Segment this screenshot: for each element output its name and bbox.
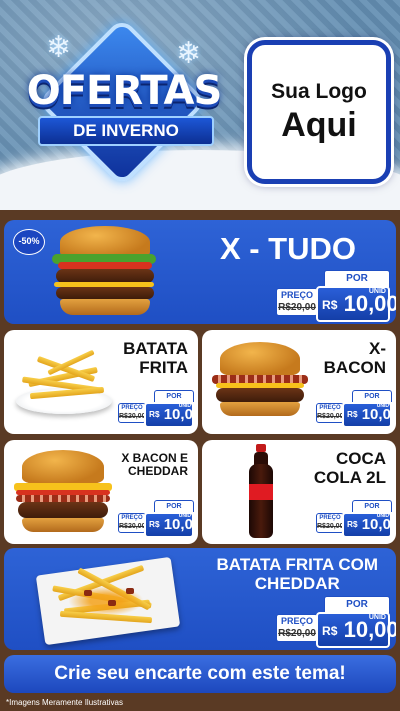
old-price-box: PREÇO R$20,00 — [316, 513, 344, 533]
unit-label: UNID — [376, 513, 389, 519]
fries-image — [10, 348, 120, 418]
logo-text: Sua Logo — [271, 79, 367, 103]
discount-badge: -50% — [13, 229, 45, 255]
name-line: CHEDDAR — [254, 573, 340, 593]
product-card-x-bacon-cheddar[interactable]: X BACON E CHEDDAR POR PREÇO R$20,00 R$ 1… — [4, 440, 198, 544]
footnote: *Imagens Meramente Ilustrativas — [6, 698, 123, 707]
unit-label: UNID — [178, 403, 191, 409]
logo-placeholder[interactable]: Sua Logo Aqui — [247, 40, 391, 184]
name-line: X- — [369, 339, 386, 358]
name-line: BATATA — [123, 339, 188, 358]
name-line: CHEDDAR — [128, 464, 188, 479]
name-line: COCA — [335, 449, 386, 468]
price-tag: POR PREÇO R$20,00 R$ 10,00 UNID — [118, 500, 198, 538]
old-price-box: PREÇO R$20,00 — [118, 403, 146, 423]
page-title: OFERTAS — [26, 68, 223, 114]
price-tag: POR PREÇO R$20,00 R$ 10,00 UNID — [118, 390, 198, 428]
price-tag: POR PREÇO R$20,00 R$ 10,00 UNID — [276, 596, 396, 648]
name-line: COLA 2L — [313, 467, 386, 487]
price-tag: POR PREÇO R$20,00 R$ 10,00 UNID — [316, 500, 396, 538]
soda-bottle-image — [246, 444, 276, 540]
product-card-batata-frita[interactable]: BATATA FRITA POR PREÇO R$20,00 R$ 10,00 … — [4, 330, 198, 434]
old-price-box: PREÇO R$20,00 — [118, 513, 146, 533]
por-label: POR — [324, 270, 390, 287]
currency: R$ — [322, 298, 338, 313]
preco-label: PREÇO — [121, 405, 143, 411]
name-line: BACON — [323, 357, 386, 377]
name-line: BATATA FRITA COM — [216, 555, 378, 574]
product-name: BATATA FRITA COM CHEDDAR — [216, 555, 378, 593]
currency: R$ — [347, 520, 358, 530]
unit-label: UNID — [376, 403, 389, 409]
header-banner: ❄ ❄ ❄ OFERTAS DE INVERNO Sua Logo Aqui — [0, 0, 400, 210]
preco-label: PREÇO — [121, 515, 143, 521]
old-price: R$20,00 — [278, 302, 316, 313]
unit-label: UNID — [368, 288, 386, 295]
currency: R$ — [149, 410, 160, 420]
preco-label: PREÇO — [319, 515, 341, 521]
currency: R$ — [149, 520, 160, 530]
unit-label: UNID — [368, 614, 386, 621]
old-price: R$20,00 — [278, 628, 316, 639]
unit-label: UNID — [178, 513, 191, 519]
preco-label: PREÇO — [280, 290, 313, 300]
old-price: R$20,00 — [317, 523, 344, 530]
currency: R$ — [322, 624, 338, 639]
product-card-batata-cheddar[interactable]: BATATA FRITA COM CHEDDAR POR PREÇO R$20,… — [4, 548, 396, 650]
product-card-x-tudo[interactable]: -50% X - TUDO POR PREÇO R$20,00 R$ 10,00… — [4, 220, 396, 324]
product-name: BATATA FRITA — [123, 339, 188, 377]
por-label: POR — [154, 500, 194, 512]
preco-label: PREÇO — [280, 616, 313, 626]
burger-image — [208, 342, 312, 426]
product-name: COCA COLA 2L — [313, 449, 386, 487]
old-price: R$20,00 — [119, 413, 146, 420]
preco-label: PREÇO — [319, 405, 341, 411]
price-tag: POR PREÇO R$20,00 R$ 10,00 UNID — [276, 270, 396, 322]
page-subtitle: DE INVERNO — [38, 116, 214, 146]
burger-image — [10, 450, 118, 538]
por-label: POR — [352, 390, 392, 402]
logo-text: Aqui — [281, 105, 357, 144]
snowflake-icon: ❄ — [46, 31, 72, 64]
old-price: R$20,00 — [317, 413, 344, 420]
cta-banner[interactable]: Crie seu encarte com este tema! — [4, 655, 396, 693]
old-price-box: PREÇO R$20,00 — [276, 614, 318, 642]
por-label: POR — [324, 596, 390, 613]
currency: R$ — [347, 410, 358, 420]
product-card-x-bacon[interactable]: X- BACON POR PREÇO R$20,00 R$ 10,00 UNID — [202, 330, 396, 434]
snowflake-icon: ❄ — [176, 37, 202, 70]
product-name: X- BACON — [323, 339, 386, 377]
name-line: FRITA — [139, 357, 188, 377]
price-tag: POR PREÇO R$20,00 R$ 10,00 UNID — [316, 390, 396, 428]
old-price-box: PREÇO R$20,00 — [276, 288, 318, 316]
por-label: POR — [154, 390, 194, 402]
burger-image — [46, 226, 166, 320]
old-price: R$20,00 — [119, 523, 146, 530]
por-label: POR — [352, 500, 392, 512]
product-name: X BACON E CHEDDAR — [121, 451, 188, 479]
cheddar-fries-image — [34, 556, 184, 646]
product-name: X - TUDO — [219, 231, 356, 266]
product-card-coca-cola[interactable]: COCA COLA 2L POR PREÇO R$20,00 R$ 10,00 … — [202, 440, 396, 544]
old-price-box: PREÇO R$20,00 — [316, 403, 344, 423]
